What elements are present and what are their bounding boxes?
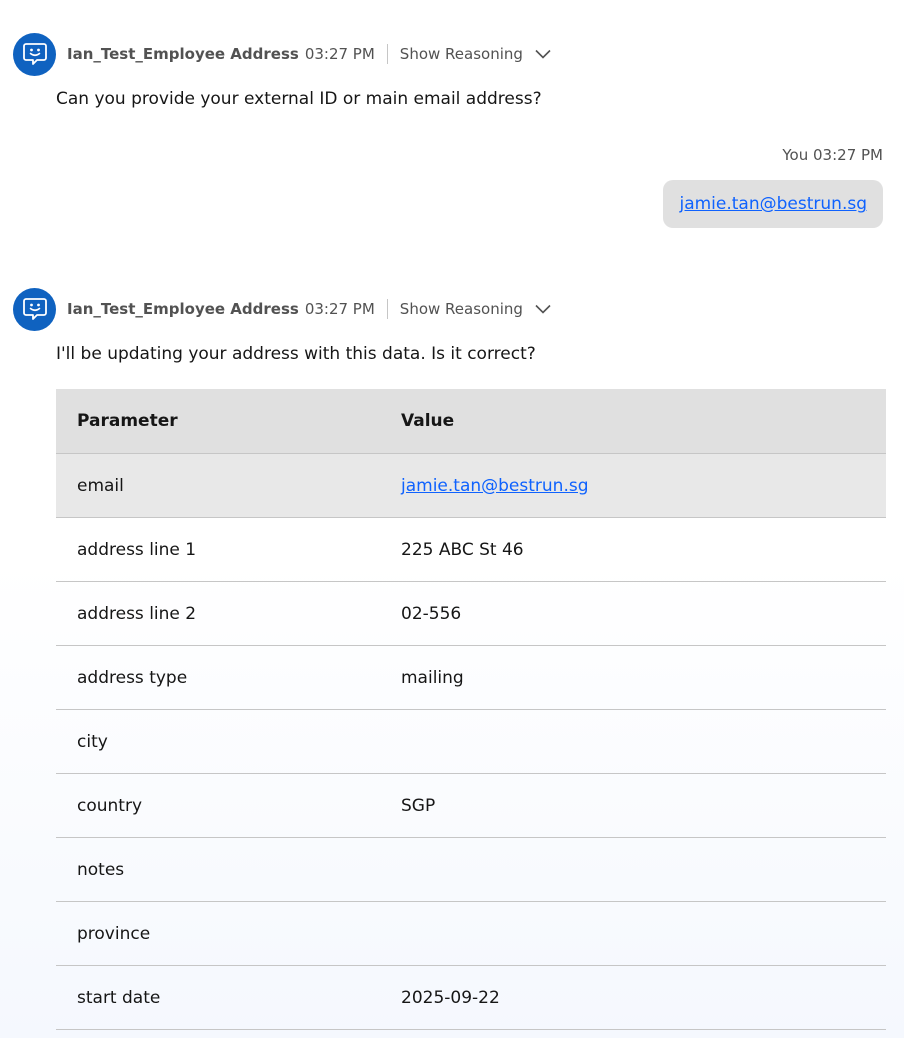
chat-bot-icon: [13, 287, 56, 331]
value-cell: 2025-09-22: [401, 987, 500, 1008]
value-cell: 02-556: [401, 603, 462, 624]
table-row: start date 2025-09-22: [56, 966, 886, 1030]
agent-name: Ian_Test_Employee Address: [67, 300, 299, 318]
divider: [386, 299, 388, 319]
chat-bot-icon: [13, 32, 56, 76]
show-reasoning-button[interactable]: Show Reasoning: [400, 300, 523, 318]
agent-message-text: Can you provide your external ID or main…: [56, 89, 542, 109]
show-reasoning-button[interactable]: Show Reasoning: [400, 45, 523, 63]
table-row: city: [56, 710, 886, 774]
table-header-row: Parameter Value: [56, 389, 886, 454]
user-message-bubble: jamie.tan@bestrun.sg: [663, 180, 883, 228]
user-email-link[interactable]: jamie.tan@bestrun.sg: [679, 194, 867, 214]
parameter-cell: province: [77, 923, 151, 944]
parameter-cell: country: [77, 795, 143, 816]
column-header-parameter: Parameter: [77, 411, 178, 431]
value-cell: SGP: [401, 795, 436, 816]
chevron-down-icon[interactable]: [535, 304, 551, 314]
agent-message-header: Ian_Test_Employee Address 03:27 PM Show …: [13, 287, 551, 331]
divider: [386, 44, 388, 64]
message-time: 03:27 PM: [304, 300, 375, 318]
parameter-cell: email: [77, 475, 124, 496]
parameter-cell: city: [77, 731, 108, 752]
chevron-down-icon[interactable]: [535, 49, 551, 59]
value-cell: mailing: [401, 667, 464, 688]
parameter-cell: address line 2: [77, 603, 197, 624]
parameter-cell: notes: [77, 859, 125, 880]
table-row: province: [56, 902, 886, 966]
table-row: address line 1 225 ABC St 46: [56, 518, 886, 582]
table-row: address type mailing: [56, 646, 886, 710]
table-row: email jamie.tan@bestrun.sg: [56, 454, 886, 518]
email-value-link[interactable]: jamie.tan@bestrun.sg: [401, 476, 589, 496]
agent-message-text: I'll be updating your address with this …: [56, 344, 536, 364]
column-header-value: Value: [401, 411, 455, 431]
message-time: 03:27 PM: [304, 45, 375, 63]
agent-message-header: Ian_Test_Employee Address 03:27 PM Show …: [13, 32, 551, 76]
table-row: notes: [56, 838, 886, 902]
parameter-table: Parameter Value email jamie.tan@bestrun.…: [56, 389, 886, 1030]
table-row: address line 2 02-556: [56, 582, 886, 646]
value-cell: 225 ABC St 46: [401, 539, 524, 560]
agent-name: Ian_Test_Employee Address: [67, 45, 299, 63]
table-row: country SGP: [56, 774, 886, 838]
parameter-cell: address line 1: [77, 539, 197, 560]
user-message-meta: You 03:27 PM: [782, 146, 883, 164]
parameter-cell: address type: [77, 667, 188, 688]
parameter-cell: start date: [77, 987, 161, 1008]
